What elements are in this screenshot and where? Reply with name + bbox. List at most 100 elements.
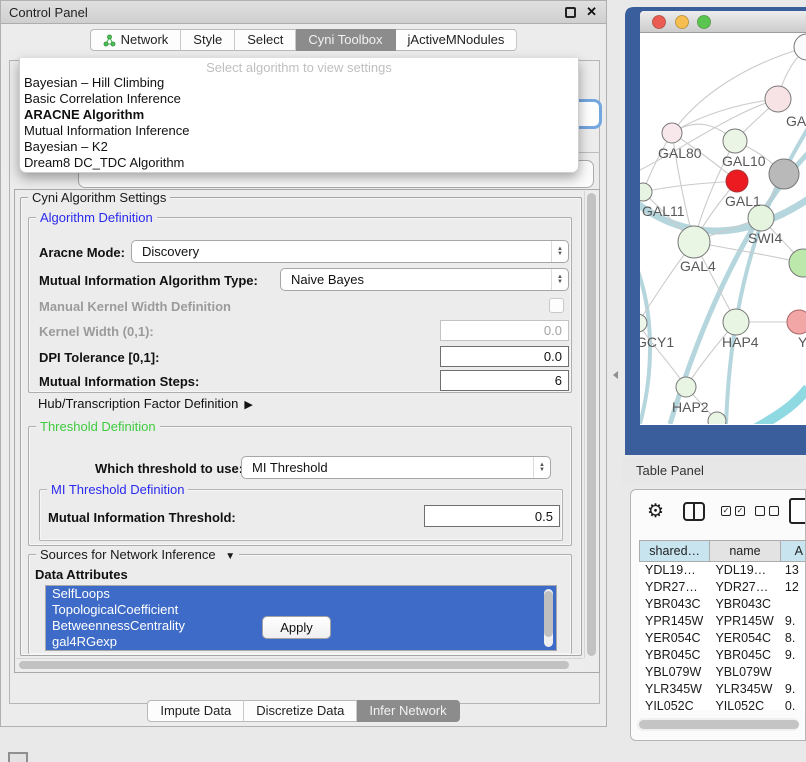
splitpane-collapse-icon[interactable] <box>613 371 618 379</box>
algorithm-dropdown-list: Select algorithm to view settings Bayesi… <box>19 58 579 173</box>
application-canvas: Control Panel ✕ Network Style Select Cyn… <box>0 0 806 762</box>
table-header-row: shared… name A <box>639 540 806 562</box>
export-table-icon[interactable] <box>789 498 806 524</box>
aracne-mode-combo[interactable]: Discovery ▲▼ <box>131 240 569 263</box>
apply-button[interactable]: Apply <box>262 616 331 639</box>
kernel-width-field[interactable]: 0.0 <box>440 320 569 341</box>
traffic-lights <box>640 11 720 33</box>
gear-icon[interactable]: ⚙ <box>647 500 664 523</box>
manual-kernel-label: Manual Kernel Width Definition <box>39 299 231 314</box>
control-panel-titlebar: Control Panel ✕ <box>1 1 606 24</box>
dropdown-item-basic-correlation[interactable]: Basic Correlation Inference <box>20 91 578 107</box>
column-header-shared-name[interactable]: shared… <box>639 540 709 562</box>
network-window-titlebar[interactable] <box>640 11 806 33</box>
close-traffic-icon[interactable] <box>653 16 666 29</box>
tab-network[interactable]: Network <box>90 29 182 51</box>
combo-spinner-icon: ▲▼ <box>551 241 568 262</box>
minimized-panel-icon[interactable] <box>8 752 28 762</box>
tab-impute-data[interactable]: Impute Data <box>147 700 244 722</box>
network-node-hap2[interactable] <box>676 377 696 397</box>
table-panel-title: Table Panel <box>636 463 704 478</box>
select-all-columns-icon[interactable]: ✓ ✓ <box>721 506 745 516</box>
control-panel-tabs: Network Style Select Cyni Toolbox jActiv… <box>1 29 606 51</box>
dropdown-item-aracne[interactable]: ARACNE Algorithm <box>20 107 578 123</box>
mi-steps-label: Mutual Information Steps: <box>39 374 199 389</box>
dropdown-item-mutual-information[interactable]: Mutual Information Inference <box>20 123 578 139</box>
network-canvas[interactable]: GAL GAL80 GAL10 GAL1 GAL11 SWI4 GAL4 GCY… <box>640 33 806 424</box>
network-node-gal4[interactable] <box>678 226 710 258</box>
network-graph: GAL GAL80 GAL10 GAL1 GAL11 SWI4 GAL4 GCY… <box>640 33 806 424</box>
svg-text:HAP2: HAP2 <box>672 399 709 415</box>
svg-text:GAL4: GAL4 <box>680 258 716 274</box>
dpi-tolerance-field[interactable]: 0.0 <box>440 346 569 367</box>
table-row[interactable]: YBR045CYBR045C9. <box>639 647 806 664</box>
node-table: shared… name A YDL19…YDL19…13 YDR27…YDR2… <box>639 540 806 710</box>
combo-spinner-icon: ▲▼ <box>551 269 568 290</box>
network-node-y-cut[interactable] <box>787 310 806 334</box>
sources-title: Sources for Network Inference ▼ <box>36 547 239 562</box>
svg-text:GCY1: GCY1 <box>640 334 674 350</box>
minimize-traffic-icon[interactable] <box>676 16 689 29</box>
network-node-gal80[interactable] <box>662 123 682 143</box>
svg-text:GAL10: GAL10 <box>722 153 766 169</box>
which-threshold-combo[interactable]: MI Threshold ▲▼ <box>241 456 551 479</box>
zoom-traffic-icon[interactable] <box>698 16 711 29</box>
table-row[interactable]: YIL052CYIL052C0. <box>639 698 806 710</box>
table-row[interactable]: YDL19…YDL19…13 <box>639 562 806 579</box>
table-row[interactable]: YDR27…YDR27…12 <box>639 579 806 596</box>
network-node-gray[interactable] <box>769 159 799 189</box>
dropdown-item-bayesian-hill-climbing[interactable]: Bayesian – Hill Climbing <box>20 75 578 91</box>
network-icon <box>103 34 116 47</box>
mi-steps-field[interactable]: 6 <box>440 370 569 391</box>
tab-select[interactable]: Select <box>235 29 296 51</box>
settings-horizontal-scrollbar[interactable] <box>16 658 583 671</box>
aracne-mode-label: Aracne Mode: <box>39 245 125 260</box>
data-attributes-label: Data Attributes <box>35 567 128 582</box>
network-node-gal10[interactable] <box>723 129 747 153</box>
deselect-all-columns-icon[interactable] <box>755 506 779 516</box>
table-row[interactable]: YER054CYER054C8. <box>639 630 806 647</box>
table-horizontal-scrollbar[interactable] <box>637 718 799 731</box>
tab-discretize-data[interactable]: Discretize Data <box>244 700 357 722</box>
network-node-green-right[interactable] <box>789 249 806 277</box>
column-view-icon[interactable] <box>683 502 705 521</box>
mi-threshold-field[interactable]: 0.5 <box>424 505 560 527</box>
network-node-hap4[interactable] <box>723 309 749 335</box>
network-node-gcy1[interactable] <box>640 314 647 332</box>
column-header-name[interactable]: name <box>709 540 779 562</box>
cyni-bottom-tabs: Impute Data Discretize Data Infer Networ… <box>1 700 606 722</box>
list-scrollbar[interactable] <box>544 589 553 647</box>
dropdown-hint: Select algorithm to view settings <box>20 60 578 75</box>
threshold-definition-title: Threshold Definition <box>36 419 160 434</box>
hub-definition-toggle[interactable]: Hub/Transcription Factor Definition▶ <box>38 396 253 411</box>
table-row[interactable]: YBL079WYBL079W <box>639 664 806 681</box>
kernel-width-label: Kernel Width (0,1): <box>39 324 154 339</box>
tab-cyni-toolbox[interactable]: Cyni Toolbox <box>296 29 395 51</box>
mi-type-combo[interactable]: Naive Bayes ▲▼ <box>280 268 569 291</box>
tab-infer-network[interactable]: Infer Network <box>357 700 459 722</box>
tab-style[interactable]: Style <box>181 29 235 51</box>
column-header-partial[interactable]: A <box>780 540 806 562</box>
table-row[interactable]: YBR043CYBR043C <box>639 596 806 613</box>
list-item-selfloops[interactable]: SelfLoops <box>46 586 556 602</box>
float-window-icon[interactable] <box>565 7 576 18</box>
network-node-labels: GAL GAL80 GAL10 GAL1 GAL11 SWI4 GAL4 GCY… <box>640 113 806 415</box>
hidden-groupbox-fragment <box>578 152 600 153</box>
settings-vertical-scrollbar[interactable] <box>584 191 598 658</box>
network-node-gal-cut[interactable] <box>765 86 791 112</box>
table-row[interactable]: YPR145WYPR145W9. <box>639 613 806 630</box>
table-row[interactable]: YLR345WYLR345W9. <box>639 681 806 698</box>
network-node-unnamed-top[interactable] <box>794 34 806 60</box>
threshold-definition-group: Threshold Definition Which threshold to … <box>28 426 572 546</box>
collapse-down-icon[interactable]: ▼ <box>225 551 235 562</box>
dropdown-item-bayesian-k2[interactable]: Bayesian – K2 <box>20 139 578 155</box>
manual-kernel-checkbox[interactable] <box>549 298 564 313</box>
dropdown-item-dream8[interactable]: Dream8 DC_TDC Algorithm <box>20 155 578 171</box>
network-node-gal1[interactable] <box>726 170 748 192</box>
close-window-icon[interactable]: ✕ <box>586 4 597 20</box>
which-threshold-label: Which threshold to use: <box>95 461 243 476</box>
sources-group: Sources for Network Inference ▼ Data Att… <box>28 554 572 654</box>
network-view-window[interactable]: GAL GAL80 GAL10 GAL1 GAL11 SWI4 GAL4 GCY… <box>625 7 806 455</box>
tab-jactivemnodules[interactable]: jActiveMNodules <box>396 29 518 51</box>
collapse-right-icon: ▶ <box>244 399 252 411</box>
